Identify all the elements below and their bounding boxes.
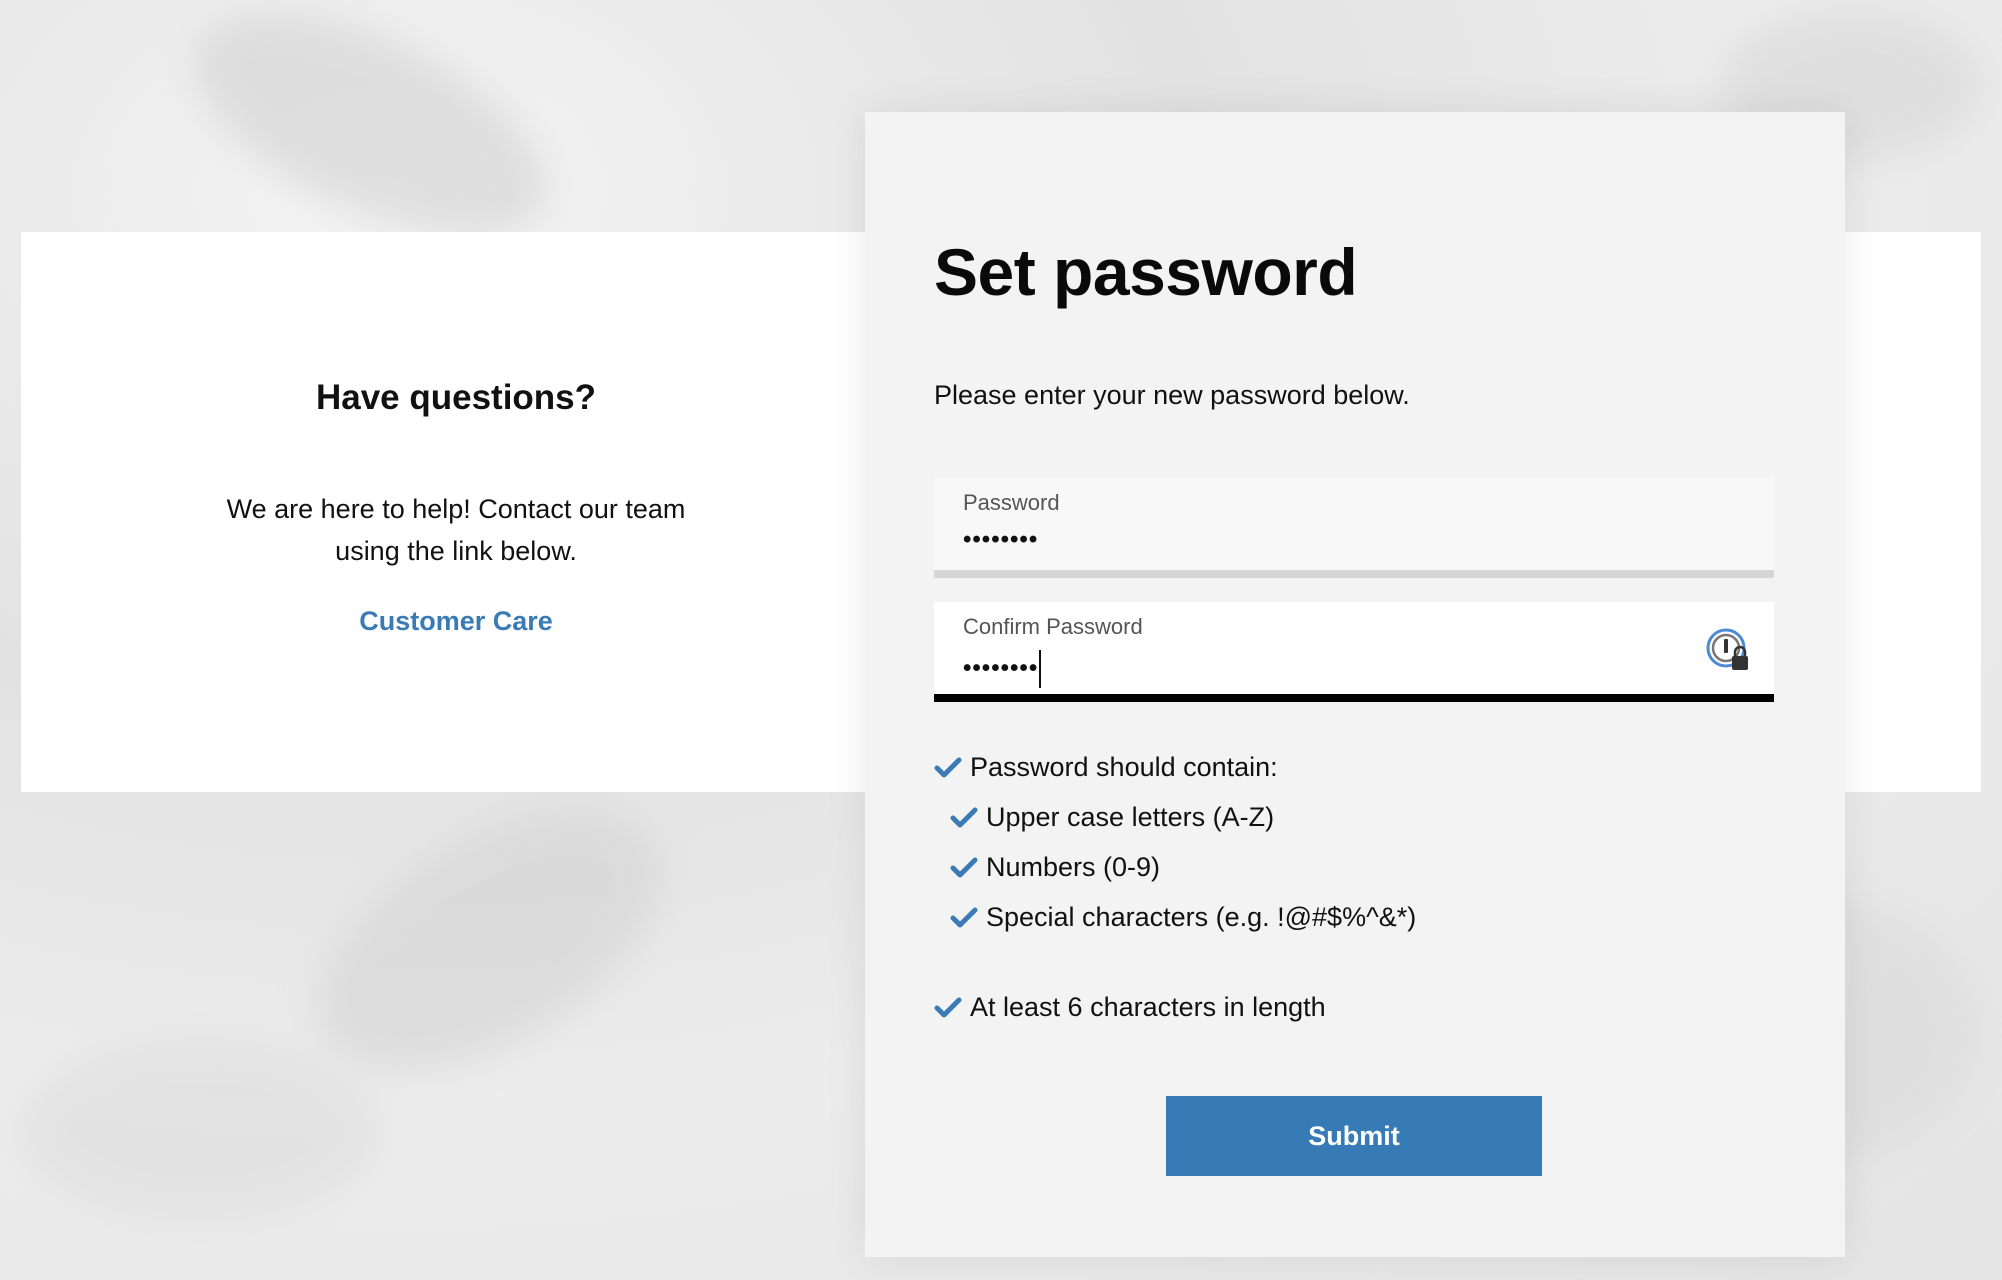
confirm-password-value: •••••••• xyxy=(963,654,1039,682)
requirement-item: Special characters (e.g. !@#$%^&*) xyxy=(950,902,1416,933)
page-title: Set password xyxy=(934,235,1358,309)
page-subtitle: Please enter your new password below. xyxy=(934,380,1410,410)
submit-button[interactable]: Submit xyxy=(1166,1096,1542,1176)
requirement-numbers: Numbers (0-9) xyxy=(986,852,1161,882)
confirm-password-field[interactable]: Confirm Password •••••••• xyxy=(934,602,1774,702)
checkmark-icon xyxy=(934,757,962,777)
requirement-uppercase: Upper case letters (A-Z) xyxy=(986,802,1275,832)
confirm-password-label: Confirm Password xyxy=(963,614,1143,639)
help-text: We are here to help! Contact our team us… xyxy=(226,494,686,566)
requirement-item: Upper case letters (A-Z) xyxy=(950,802,1274,833)
background-blur xyxy=(275,758,705,1122)
text-caret xyxy=(1039,650,1042,688)
requirement-special: Special characters (e.g. !@#$%^&*) xyxy=(986,902,1417,932)
confirm-password-input[interactable]: •••••••• xyxy=(963,650,1042,688)
checkmark-icon xyxy=(950,857,978,877)
customer-care-link[interactable]: Customer Care xyxy=(21,606,891,637)
requirement-heading: Password should contain: xyxy=(934,752,1278,783)
background-blur xyxy=(20,1040,380,1220)
requirement-length: At least 6 characters in length xyxy=(934,992,1326,1023)
requirement-item: Numbers (0-9) xyxy=(950,852,1160,883)
password-input[interactable]: •••••••• xyxy=(963,526,1038,554)
password-field[interactable]: Password •••••••• xyxy=(934,478,1774,578)
checkmark-icon xyxy=(934,997,962,1017)
password-manager-icon[interactable] xyxy=(1704,626,1752,674)
help-content: Have questions? We are here to help! Con… xyxy=(21,232,891,792)
help-title: Have questions? xyxy=(315,378,597,417)
set-password-card: Set password Please enter your new passw… xyxy=(865,112,1845,1257)
password-label: Password xyxy=(963,490,1060,515)
checkmark-icon xyxy=(950,907,978,927)
requirement-heading-text: Password should contain: xyxy=(970,752,1278,782)
requirement-length-text: At least 6 characters in length xyxy=(970,992,1326,1022)
checkmark-icon xyxy=(950,807,978,827)
